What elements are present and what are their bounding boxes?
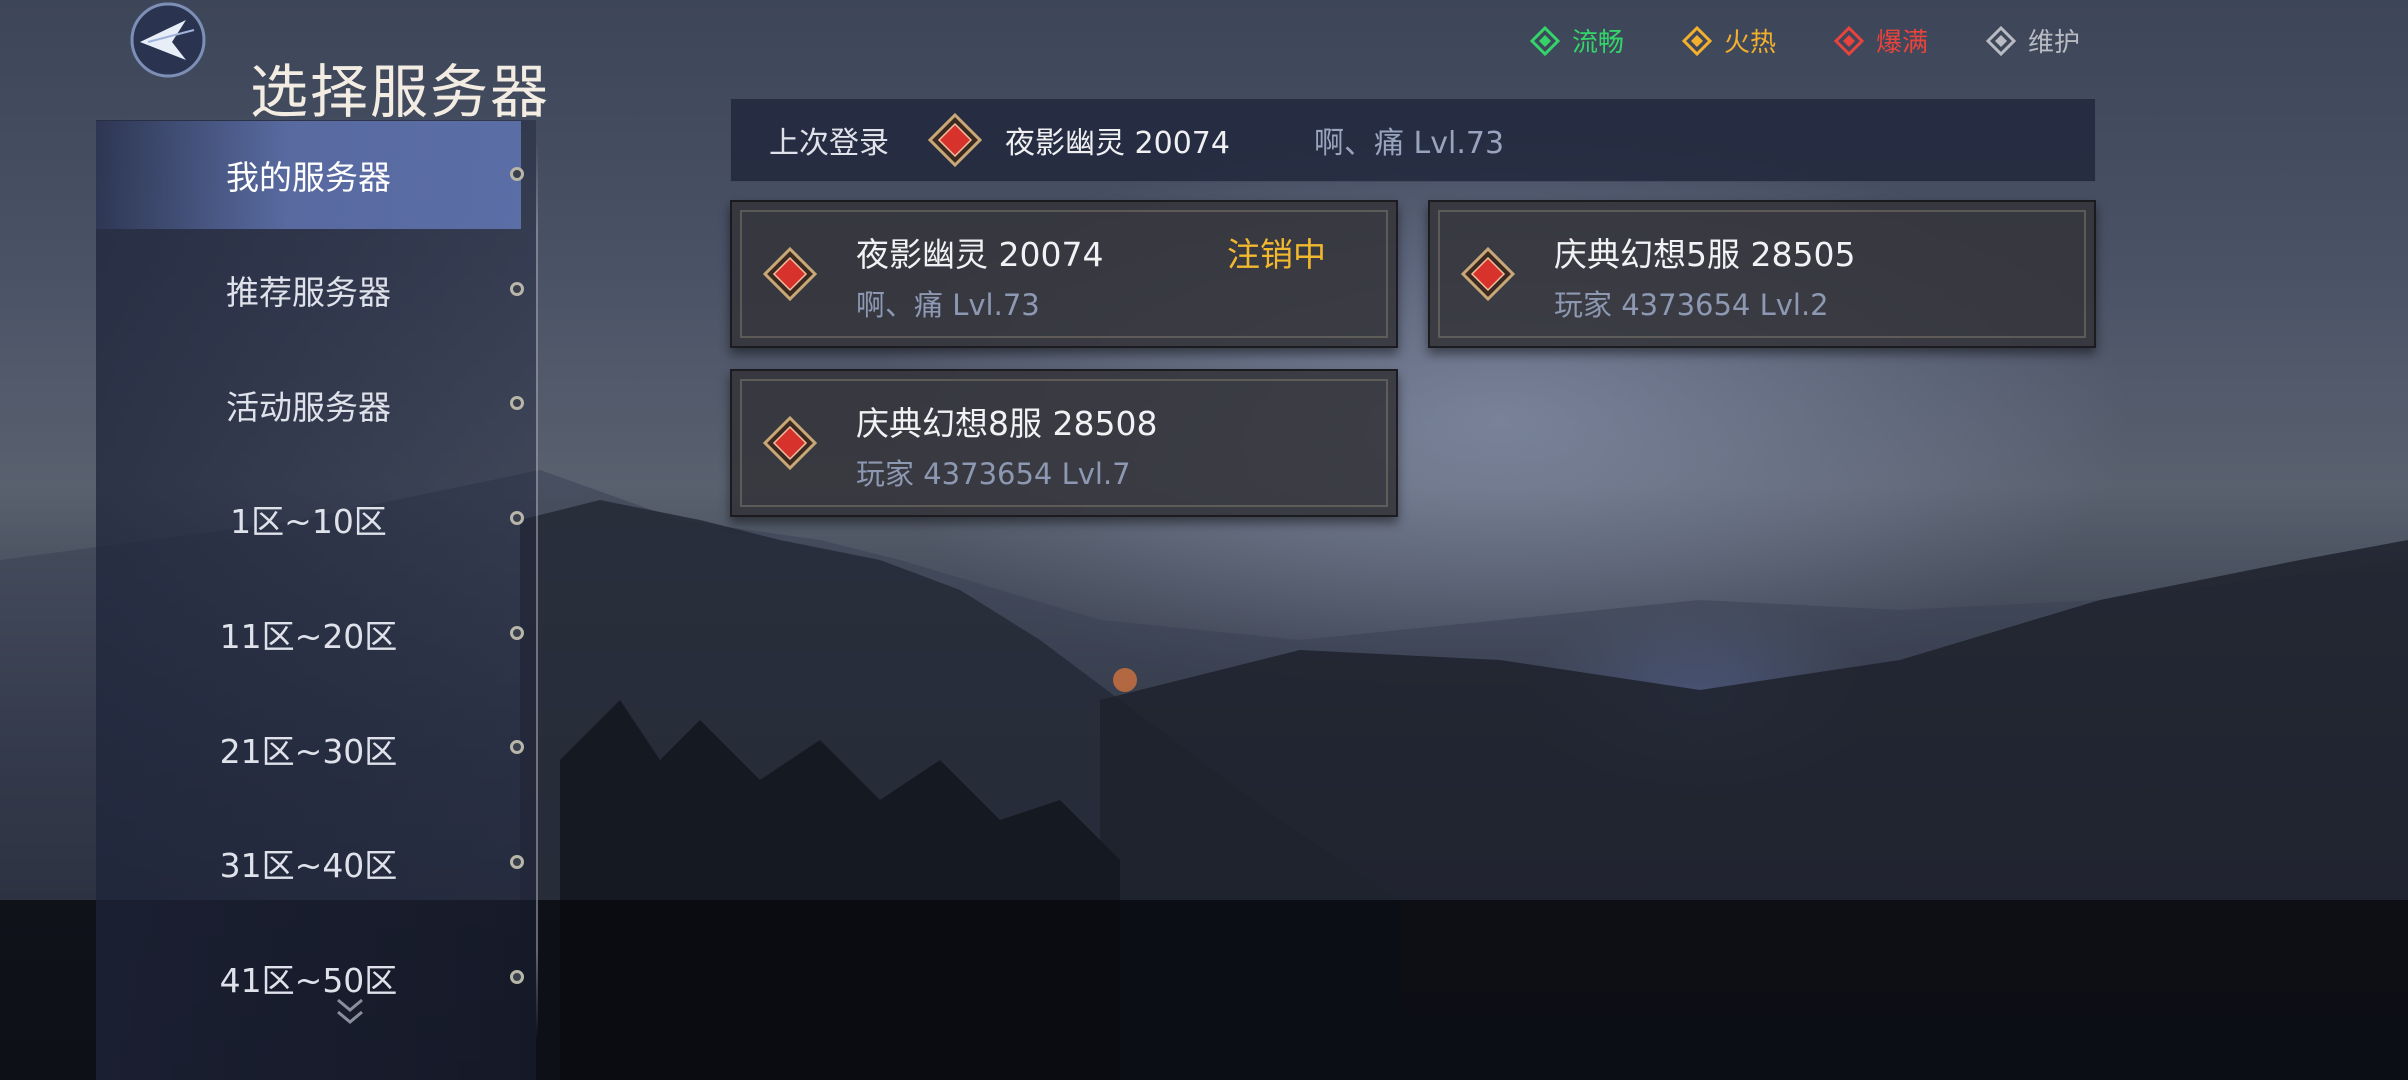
server-card[interactable]: 夜影幽灵 20074 啊、痛 Lvl.73 注销中 [730,200,1398,348]
page-title: 选择服务器 [250,57,551,126]
last-login-character: 啊、痛 Lvl.73 [1313,126,1505,161]
sidebar-item-label: 活动服务器 [226,388,391,427]
chevron-double-down-icon[interactable] [330,992,370,1032]
legend-label: 火热 [1724,28,1777,58]
legend-item-maintenance: 维护 [1986,22,2080,59]
last-login-label: 上次登录 [769,126,889,161]
sidebar-dot [510,282,524,296]
server-status-full-icon [927,112,983,168]
legend-item-hot: 火热 [1682,22,1776,59]
diamond-icon [1834,25,1865,56]
sidebar-dot [510,396,524,410]
sidebar-item-label: 21区~30区 [219,732,398,771]
diamond-icon [1986,25,2017,56]
deregistering-tag: 注销中 [1227,235,1326,274]
server-card[interactable]: 庆典幻想5服 28505 玩家 4373654 Lvl.2 [1428,200,2096,348]
server-status-full-icon [1460,246,1516,302]
sidebar-dot [510,970,524,984]
sidebar-dot [510,855,524,869]
last-login-server: 夜影幽灵 20074 [1005,126,1230,161]
sidebar-dot [510,511,524,525]
sidebar-item-label: 31区~40区 [219,846,398,885]
sidebar-item-label: 1区~10区 [230,502,387,541]
sidebar-item-zone-11-20[interactable]: 11区~20区 [96,580,521,688]
diamond-icon [1530,25,1560,56]
sidebar-item-label: 我的服务器 [226,158,391,197]
character-info: 玩家 4373654 Lvl.7 [856,457,1131,491]
sidebar-dot [510,740,524,754]
sidebar-item-zone-1-10[interactable]: 1区~10区 [96,465,521,573]
sidebar-item-label: 41区~50区 [219,961,398,1000]
back-arrow-icon [130,2,206,78]
sidebar-item-label: 推荐服务器 [226,273,391,312]
sidebar-dot [510,167,524,181]
sidebar-item-recommended[interactable]: 推荐服务器 [96,236,521,344]
sidebar-item-zone-21-30[interactable]: 21区~30区 [96,695,521,803]
legend-label: 爆满 [1876,28,1929,58]
server-status-full-icon [762,246,818,302]
diamond-icon [1682,25,1713,56]
legend-label: 流畅 [1572,28,1625,58]
last-login-bar[interactable]: 上次登录 夜影幽灵 20074 啊、痛 Lvl.73 [730,98,2096,182]
server-card[interactable]: 庆典幻想8服 28508 玩家 4373654 Lvl.7 [730,369,1398,517]
sidebar-item-zone-31-40[interactable]: 31区~40区 [96,809,521,917]
sidebar-divider [536,140,538,1040]
status-legend: 流畅 火热 爆满 维护 [1530,22,2080,59]
legend-item-full: 爆满 [1834,22,1928,59]
sidebar-item-event[interactable]: 活动服务器 [96,351,521,459]
sidebar-item-my-servers[interactable]: 我的服务器 [96,121,521,229]
back-button[interactable] [118,0,218,80]
character-info: 啊、痛 Lvl.73 [856,288,1040,322]
legend-label: 维护 [2028,28,2081,58]
server-name: 庆典幻想8服 28508 [856,404,1158,443]
sidebar-item-zone-41-50[interactable]: 41区~50区 [96,924,521,1032]
character-info: 玩家 4373654 Lvl.2 [1554,288,1829,322]
legend-item-smooth: 流畅 [1530,22,1624,59]
server-name: 庆典幻想5服 28505 [1554,235,1856,274]
server-name: 夜影幽灵 20074 [856,235,1104,274]
server-status-full-icon [762,415,818,471]
sidebar-dot [510,626,524,640]
sidebar-item-label: 11区~20区 [219,617,398,656]
